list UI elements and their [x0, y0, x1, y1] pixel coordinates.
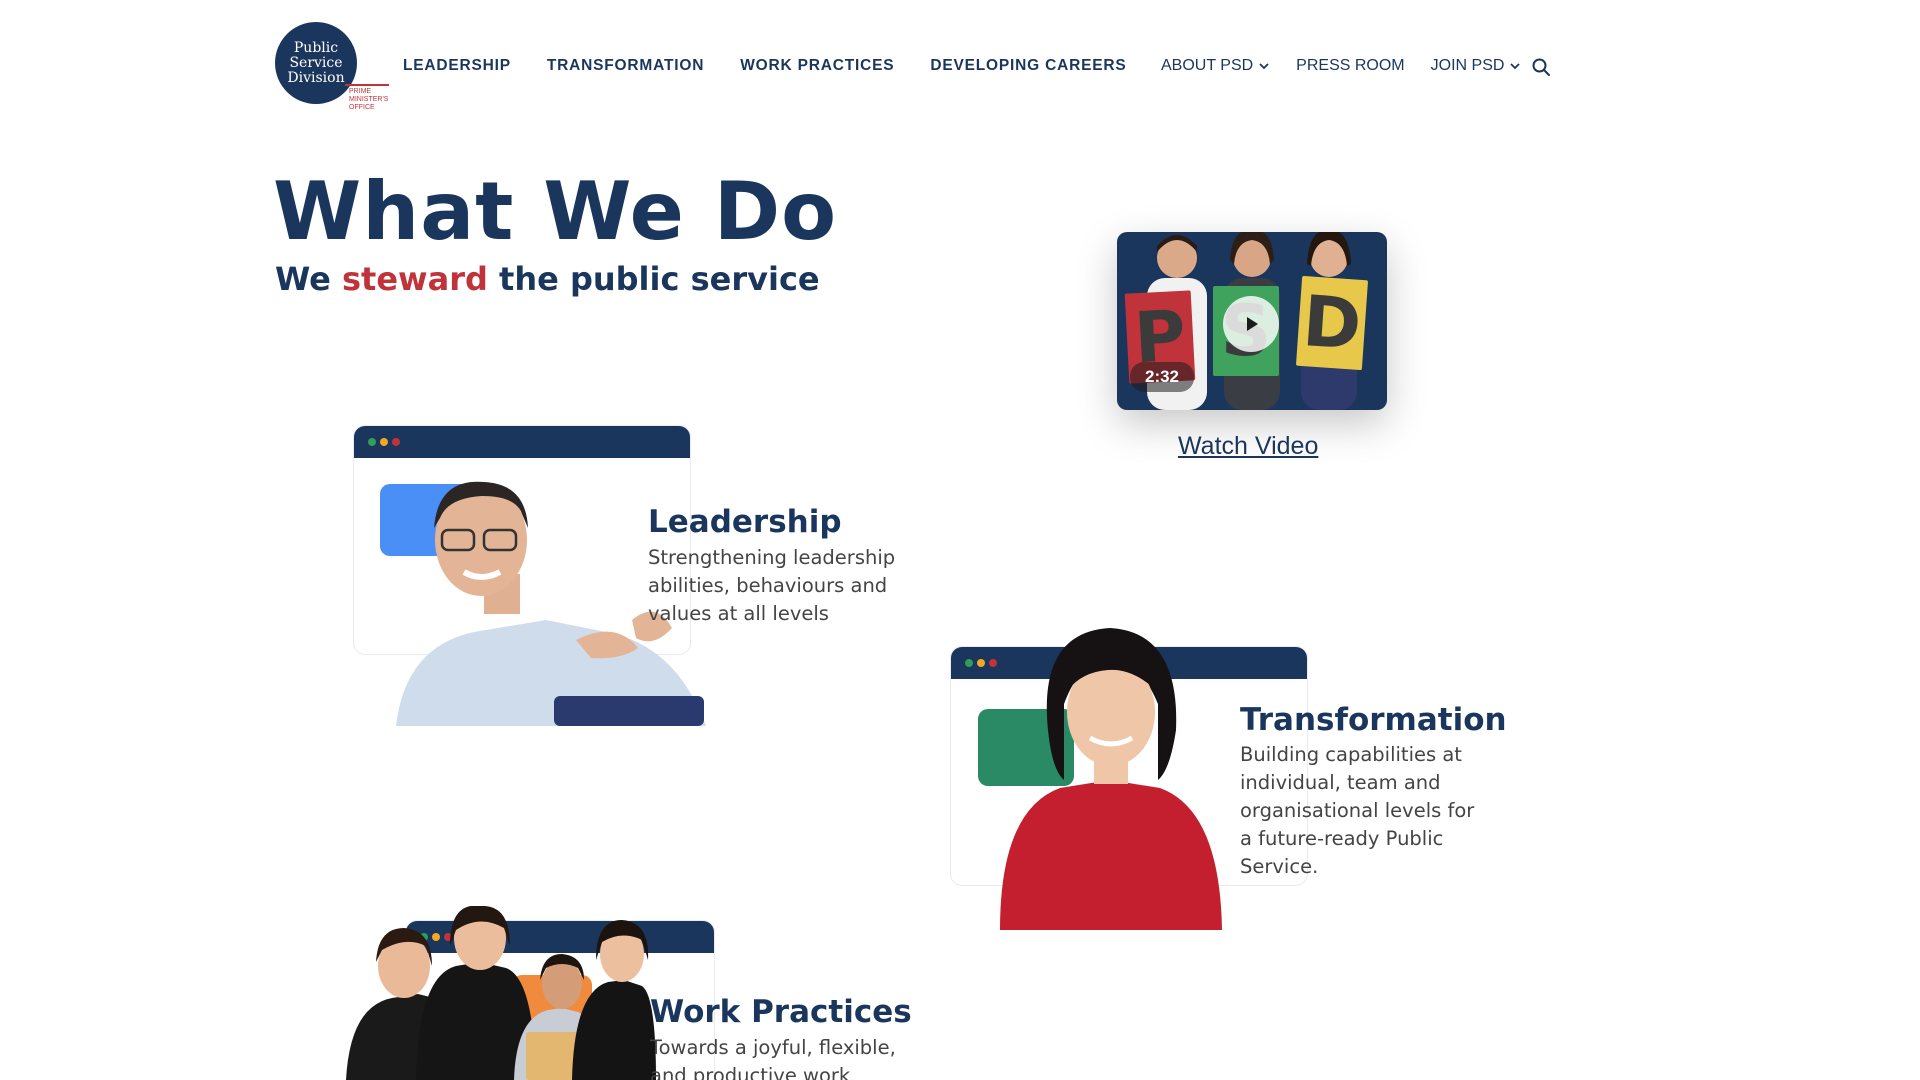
window-dot: [380, 438, 388, 446]
transformation-description: Building capabilities at individual, tea…: [1240, 743, 1475, 878]
transformation-title[interactable]: Transformation: [1240, 702, 1507, 738]
work-practices-group-image: [346, 906, 656, 1080]
page-title: What We Do: [273, 165, 838, 258]
logo-line-3: Division: [287, 69, 345, 86]
logo-divider: [345, 84, 389, 86]
nav-leadership[interactable]: LEADERSHIP: [403, 57, 511, 75]
nav-transformation[interactable]: TRANSFORMATION: [547, 57, 704, 75]
nav-work-practices[interactable]: WORK PRACTICES: [740, 57, 894, 75]
window-dot: [965, 659, 973, 667]
chevron-down-icon: [1259, 63, 1269, 70]
play-button[interactable]: [1223, 296, 1279, 352]
nav-press-room[interactable]: PRESS ROOM: [1296, 57, 1404, 75]
logo-subtitle: PRIME MINISTER'S OFFICE: [349, 88, 389, 111]
nav-join-psd-label: JOIN PSD: [1430, 57, 1505, 74]
leadership-description: Strengthening leadership abilities, beha…: [648, 546, 896, 625]
video-duration: 2:32: [1130, 362, 1194, 392]
watch-video-link[interactable]: Watch Video: [1178, 432, 1318, 461]
video-letter-d: D: [1295, 275, 1369, 371]
nav-developing-careers[interactable]: DEVELOPING CAREERS: [930, 57, 1126, 75]
nav-about-psd[interactable]: ABOUT PSD: [1161, 57, 1270, 75]
nav-about-psd-label: ABOUT PSD: [1161, 57, 1254, 74]
work-practices-description: Towards a joyful, flexible, and producti…: [650, 1036, 896, 1080]
logo[interactable]: Public Service Division PRIME MINISTER'S…: [275, 22, 389, 116]
page-subtitle: We steward the public service: [275, 260, 820, 298]
main-navigation: LEADERSHIP TRANSFORMATION WORK PRACTICES…: [403, 57, 1126, 75]
nav-join-psd[interactable]: JOIN PSD: [1431, 57, 1522, 75]
window-title-bar: [354, 426, 690, 458]
leadership-title[interactable]: Leadership: [648, 504, 842, 540]
subtitle-start: We: [275, 260, 342, 298]
window-dot: [368, 438, 376, 446]
logo-line-1: Public: [293, 39, 339, 56]
play-icon: [1247, 317, 1258, 331]
nav-press-room-label: PRESS ROOM: [1296, 57, 1405, 74]
window-dot: [977, 659, 985, 667]
chevron-down-icon: [1510, 63, 1521, 70]
logo-emblem: Public Service Division: [275, 22, 357, 104]
subtitle-end: the public service: [487, 260, 820, 298]
video-thumbnail[interactable]: P S D 2:32: [1117, 220, 1387, 410]
secondary-navigation: ABOUT PSD PRESS ROOM JOIN PSD: [1161, 57, 1521, 75]
window-dot: [392, 438, 400, 446]
logo-line-2: Service: [289, 54, 343, 71]
work-practices-title[interactable]: Work Practices: [650, 994, 912, 1030]
search-icon[interactable]: [1531, 57, 1551, 77]
transformation-person-image: [1000, 628, 1222, 930]
subtitle-accent: steward: [342, 260, 488, 298]
